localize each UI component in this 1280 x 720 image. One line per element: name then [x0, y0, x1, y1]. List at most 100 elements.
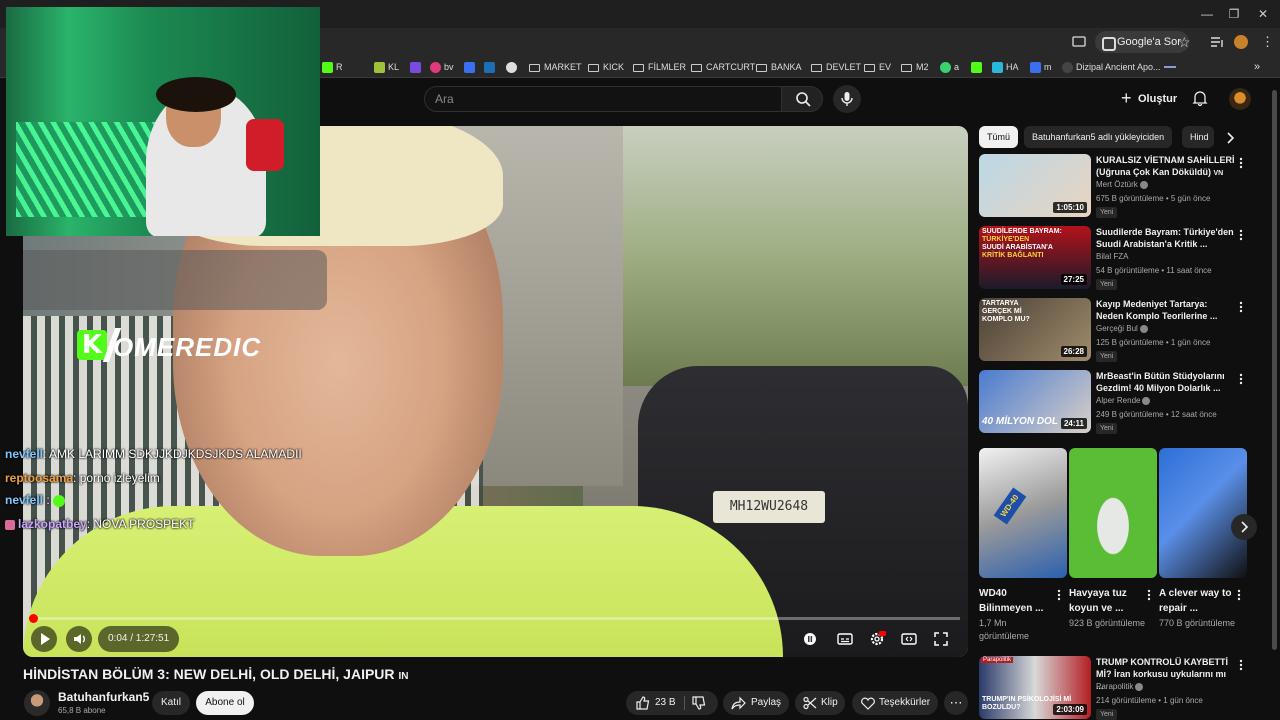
bookmark-item[interactable]: a [940, 59, 959, 75]
bookmark-item[interactable]: Dizipal Ancient Apo... [1062, 59, 1161, 75]
more-options-icon[interactable] [1237, 372, 1245, 386]
mute-button[interactable] [66, 626, 92, 652]
bookmark-item[interactable]: m [1030, 59, 1052, 75]
settings-gear-icon[interactable] [868, 630, 886, 648]
subtitles-icon[interactable] [836, 630, 854, 648]
recommendation-title[interactable]: Suudilerde Bayram: Türkiye'den Suudi Ara… [1096, 226, 1236, 250]
autoplay-pause-icon[interactable] [801, 630, 819, 648]
video-thumbnail[interactable]: TARTARYA GERÇEK Mİ KOMPLO MU? 26:28 [979, 298, 1091, 361]
more-options-icon[interactable] [1237, 228, 1245, 242]
video-thumbnail[interactable]: Parapolitik TRUMP'IN PSİKOLOJİSİ Mİ BOZU… [979, 656, 1091, 719]
like-count[interactable]: 23 B [655, 691, 676, 715]
create-button[interactable]: Oluştur [1118, 86, 1177, 111]
voice-search-button[interactable] [833, 85, 861, 113]
recommendation-channel[interactable]: Bilal FZA [1096, 252, 1128, 261]
bookmarks-overflow-icon[interactable]: » [1254, 59, 1260, 75]
bookmark-item[interactable]: bv [430, 59, 454, 75]
minimize-icon[interactable]: — [1199, 6, 1215, 22]
short-thumbnail[interactable]: WD-40 [979, 448, 1067, 578]
recommendation-item[interactable]: 1:05:10 KURALSIZ VİETNAM SAHİLLERİ (Uğru… [979, 154, 1259, 218]
recommendation-channel[interactable]: Parapolitik [1096, 682, 1144, 691]
video-thumbnail[interactable]: SUUDİLERDE BAYRAM: TÜRKİYE'DEN SUUDİ ARA… [979, 226, 1091, 289]
page-scrollbar[interactable] [1272, 90, 1277, 650]
subscribe-button[interactable]: Abone ol [196, 691, 254, 715]
short-thumbnail[interactable] [1159, 448, 1247, 578]
join-button[interactable]: Katıl [152, 691, 190, 715]
short-item[interactable]: Havyaya tuz koyun ve ... 923 B görüntüle… [1069, 448, 1157, 648]
recommendation-title[interactable]: MrBeast'in Bütün Stüdyolarını Gezdim! 40… [1096, 370, 1236, 394]
more-options-icon[interactable] [1237, 300, 1245, 314]
more-options-icon[interactable] [1235, 588, 1243, 602]
bookmark-folder-banka[interactable]: BANKA [756, 59, 802, 75]
play-button[interactable] [31, 626, 57, 652]
recommendation-channel[interactable]: Gerçeği Bul [1096, 324, 1148, 333]
recommendation-channel[interactable]: Mert Öztürk [1096, 180, 1148, 189]
bookmark-folder-filmler[interactable]: FİLMLER [633, 59, 686, 75]
video-thumbnail[interactable]: 1:05:10 [979, 154, 1091, 217]
chip-all[interactable]: Tümü [979, 126, 1019, 148]
progress-scrubber[interactable] [29, 614, 38, 623]
bookmark-item[interactable] [484, 59, 498, 75]
more-options-icon[interactable] [1055, 588, 1063, 602]
clip-button[interactable]: Klip [795, 691, 845, 715]
close-icon[interactable]: ✕ [1255, 6, 1271, 22]
recommendation-item[interactable]: SUUDİLERDE BAYRAM: TÜRKİYE'DEN SUUDİ ARA… [979, 226, 1259, 290]
bookmark-folder-market[interactable]: MARKET [529, 59, 582, 75]
bookmark-item[interactable]: KL [374, 59, 399, 75]
bookmark-item[interactable] [971, 59, 985, 75]
thanks-button[interactable]: Teşekkürler [852, 691, 938, 715]
media-control-icon[interactable] [1210, 32, 1224, 52]
more-options-icon[interactable] [1145, 588, 1153, 602]
bookmark-folder-kick[interactable]: KICK [588, 59, 624, 75]
shorts-next-button[interactable] [1231, 514, 1257, 540]
share-button[interactable]: Paylaş [723, 691, 789, 715]
channel-avatar[interactable] [24, 690, 50, 716]
recommendation-item[interactable]: Parapolitik TRUMP'IN PSİKOLOJİSİ Mİ BOZU… [979, 656, 1259, 720]
account-avatar[interactable] [1229, 88, 1251, 110]
more-options-icon[interactable] [1237, 156, 1245, 170]
notifications-bell-icon[interactable] [1191, 89, 1209, 107]
google-ask-button[interactable]: Google'a Sor [1095, 31, 1189, 53]
bookmark-item[interactable] [464, 59, 478, 75]
search-button[interactable] [781, 86, 823, 112]
bookmark-folder-ev[interactable]: EV [864, 59, 891, 75]
browser-menu-icon[interactable]: ⋮ [1261, 32, 1274, 52]
miniplayer-icon[interactable] [900, 630, 918, 648]
fullscreen-icon[interactable] [932, 630, 950, 648]
short-title[interactable]: A clever way to repair ... [1159, 586, 1233, 616]
more-actions-icon[interactable]: ⋯ [944, 691, 968, 715]
recommendation-item[interactable]: TARTARYA GERÇEK Mİ KOMPLO MU? 26:28 Kayı… [979, 298, 1259, 362]
chevron-right-icon[interactable] [1222, 130, 1238, 146]
like-icon[interactable] [635, 696, 651, 710]
bookmark-item[interactable]: HA [992, 59, 1019, 75]
bookmark-item[interactable]: R [322, 59, 343, 75]
more-options-icon[interactable] [1237, 658, 1245, 672]
bookmark-folder-devlet[interactable]: DEVLET [811, 59, 861, 75]
bookmark-item[interactable] [410, 59, 424, 75]
video-title: HİNDİSTAN BÖLÜM 3: NEW DELHİ, OLD DELHİ,… [23, 666, 409, 682]
progress-bar[interactable] [29, 614, 960, 623]
bookmark-star-icon[interactable]: ☆ [1178, 32, 1191, 52]
short-thumbnail[interactable] [1069, 448, 1157, 578]
video-thumbnail[interactable]: 40 MİLYON DOL 24:11 [979, 370, 1091, 433]
search-input[interactable]: Ara [424, 86, 782, 112]
short-item[interactable]: WD-40 WD40 Bilinmeyen ... 1,7 Mn görüntü… [979, 448, 1067, 648]
bookmark-item[interactable] [1164, 66, 1176, 68]
recommendation-title[interactable]: KURALSIZ VİETNAM SAHİLLERİ (Uğruna Çok K… [1096, 154, 1236, 180]
short-item[interactable]: A clever way to repair ... 770 B görüntü… [1159, 448, 1247, 648]
recommendation-channel[interactable]: Alper Rende [1096, 396, 1151, 405]
restore-icon[interactable]: ❐ [1226, 6, 1242, 22]
recommendation-item[interactable]: 40 MİLYON DOL 24:11 MrBeast'in Bütün Stü… [979, 370, 1259, 434]
short-title[interactable]: Havyaya tuz koyun ve ... [1069, 586, 1143, 616]
profile-avatar-icon[interactable] [1234, 35, 1248, 49]
recommendation-title[interactable]: Kayıp Medeniyet Tartarya: Neden Komplo T… [1096, 298, 1236, 322]
chip-hindistan[interactable]: Hind [1182, 126, 1214, 148]
short-title[interactable]: WD40 Bilinmeyen ... [979, 586, 1053, 616]
install-app-icon[interactable] [1072, 32, 1086, 52]
chip-uploader[interactable]: Batuhanfurkan5 adlı yükleyiciden [1024, 126, 1173, 148]
bookmark-item[interactable] [506, 59, 520, 75]
bookmark-folder-m2[interactable]: M2 [901, 59, 929, 75]
dislike-icon[interactable] [691, 696, 707, 710]
bookmark-folder-cartcurt[interactable]: CARTCURT [691, 59, 755, 75]
channel-name[interactable]: Batuhanfurkan5 [58, 690, 149, 704]
